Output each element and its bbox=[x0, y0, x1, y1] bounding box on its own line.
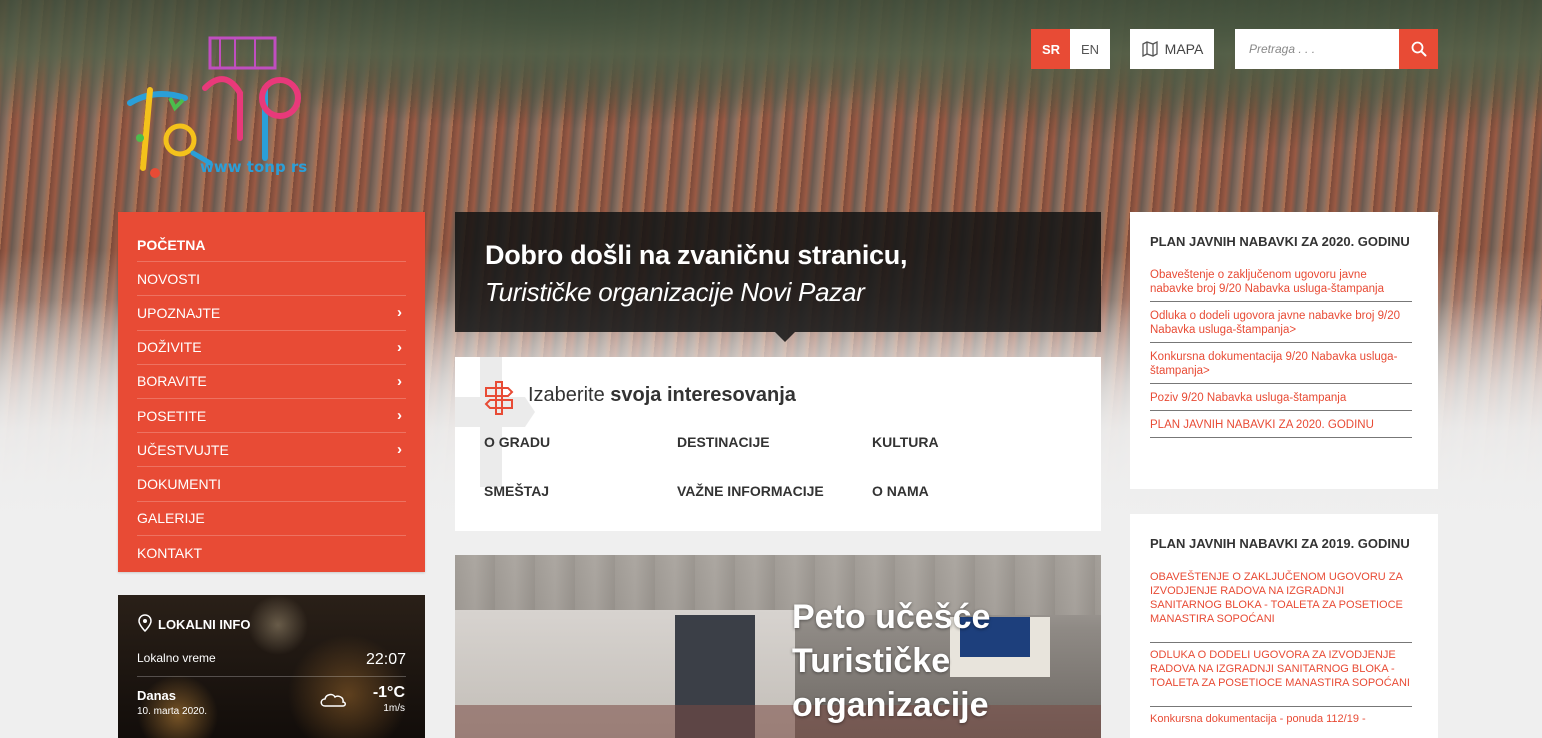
interest-link-o-nama[interactable]: O NAMA bbox=[872, 483, 929, 499]
search-icon bbox=[1411, 41, 1426, 57]
interests-title-normal: Izaberite bbox=[528, 384, 611, 406]
chevron-right-icon: › bbox=[397, 407, 402, 425]
interests-title: Izaberite svoja interesovanja bbox=[528, 384, 796, 407]
procurement-2020-panel: PLAN JAVNIH NABAVKI ZA 2020. GODINU Obav… bbox=[1130, 212, 1438, 489]
local-time-row: Lokalno vreme 22:07 bbox=[137, 651, 406, 677]
procurement-2019-panel: PLAN JAVNIH NABAVKI ZA 2019. GODINU OBAV… bbox=[1130, 514, 1438, 738]
wind-value: 1m/s bbox=[383, 703, 405, 714]
menu-item-label: NOVOSTI bbox=[137, 270, 201, 287]
news-title[interactable]: Peto učešće Turističke organizacije bbox=[792, 595, 1052, 727]
procurement-link[interactable]: Konkursna dokumentacija 9/20 Nabavka usl… bbox=[1150, 350, 1412, 384]
chevron-right-icon: › bbox=[397, 441, 402, 459]
interests-title-bold: svoja interesovanja bbox=[610, 384, 796, 406]
menu-item-novosti[interactable]: NOVOSTI bbox=[137, 262, 406, 297]
interest-link-vazne-informacije[interactable]: VAŽNE INFORMACIJE bbox=[677, 483, 824, 499]
today-date: 10. marta 2020. bbox=[137, 706, 208, 717]
procurement-link[interactable]: PLAN JAVNIH NABAVKI ZA 2020. GODINU bbox=[1150, 418, 1412, 438]
main-menu: POČETNA NOVOSTI UPOZNAJTE › DOŽIVITE › BOR… bbox=[118, 212, 425, 572]
procurement-link[interactable]: Poziv 9/20 Nabavka usluga-štampanja bbox=[1150, 391, 1412, 411]
cloud-icon bbox=[320, 693, 346, 707]
menu-item-label: UPOZNAJTE bbox=[137, 304, 221, 321]
menu-item-pocetna[interactable]: POČETNA bbox=[137, 228, 406, 263]
procurement-link[interactable]: OBAVEŠTENJE O ZAKLJUČENOM UGOVORU ZA IZV… bbox=[1150, 570, 1412, 643]
language-sr-button[interactable]: SR bbox=[1031, 29, 1071, 69]
menu-item-label: KONTAKT bbox=[137, 544, 203, 561]
menu-item-label: POSETITE bbox=[137, 407, 207, 424]
welcome-banner-pointer bbox=[775, 332, 795, 342]
procurement-2019-title: PLAN JAVNIH NABAVKI ZA 2019. GODINU bbox=[1150, 536, 1410, 551]
menu-item-label: GALERIJE bbox=[137, 510, 205, 527]
local-info-title: LOKALNI INFO bbox=[158, 617, 251, 632]
menu-item-kontakt[interactable]: KONTAKT bbox=[137, 536, 406, 570]
interest-link-kultura[interactable]: KULTURA bbox=[872, 434, 939, 450]
welcome-heading: Dobro došli na zvaničnu stranicu, bbox=[485, 240, 908, 270]
procurement-link[interactable]: Obaveštenje o zaključenom ugovoru javne … bbox=[1150, 268, 1412, 302]
interest-link-destinacije[interactable]: DESTINACIJE bbox=[677, 434, 770, 450]
signpost-watermark-icon bbox=[455, 357, 535, 487]
menu-item-dozivite[interactable]: DOŽIVITE › bbox=[137, 331, 406, 365]
procurement-link[interactable]: ODLUKA O DODELI UGOVORA ZA IZVODJENJE RA… bbox=[1150, 648, 1412, 707]
interests-panel: Izaberite svoja interesovanja O GRADU DE… bbox=[455, 357, 1101, 531]
menu-item-label: UČESTVUJTE bbox=[137, 441, 229, 458]
menu-item-label: DOŽIVITE bbox=[137, 339, 202, 356]
map-button[interactable]: MAPA bbox=[1130, 29, 1214, 69]
chevron-right-icon: › bbox=[397, 338, 402, 356]
search-button[interactable] bbox=[1399, 29, 1438, 69]
local-time-label: Lokalno vreme bbox=[137, 651, 216, 665]
map-icon bbox=[1142, 40, 1158, 58]
welcome-subheading: Turističke organizacije Novi Pazar bbox=[485, 277, 865, 307]
welcome-banner: Dobro došli na zvaničnu stranicu, Turist… bbox=[455, 212, 1101, 332]
language-en-button[interactable]: EN bbox=[1070, 29, 1110, 69]
menu-item-dokumenti[interactable]: DOKUMENTI bbox=[137, 467, 406, 502]
interest-link-smestaj[interactable]: SMEŠTAJ bbox=[484, 483, 549, 499]
menu-item-label: BORAVITE bbox=[137, 373, 207, 390]
today-label: Danas bbox=[137, 688, 177, 703]
news-featured-image[interactable]: Peto učešće Turističke organizacije bbox=[455, 555, 1101, 738]
menu-item-ucestvujte[interactable]: UČESTVUJTE › bbox=[137, 433, 406, 468]
procurement-2020-title: PLAN JAVNIH NABAVKI ZA 2020. GODINU bbox=[1150, 234, 1410, 249]
menu-item-galerije[interactable]: GALERIJE bbox=[137, 502, 406, 536]
menu-item-label: DOKUMENTI bbox=[137, 475, 221, 492]
interest-link-o-gradu[interactable]: O GRADU bbox=[484, 434, 550, 450]
menu-item-boravite[interactable]: BORAVITE › bbox=[137, 365, 406, 399]
logo-url: www tonp rs bbox=[200, 158, 308, 176]
menu-item-label: POČETNA bbox=[137, 236, 206, 253]
temperature-value: -1°C bbox=[372, 684, 405, 701]
local-info-panel: LOKALNI INFO Lokalno vreme 22:07 Danas 1… bbox=[118, 595, 425, 738]
search-input[interactable] bbox=[1235, 29, 1399, 69]
signpost-icon bbox=[484, 381, 514, 415]
chevron-right-icon: › bbox=[397, 372, 402, 390]
procurement-link[interactable]: Odluka o dodeli ugovora javne nabavke br… bbox=[1150, 309, 1412, 343]
chevron-right-icon: › bbox=[397, 304, 402, 322]
location-pin-icon bbox=[138, 614, 152, 632]
menu-item-upoznajte[interactable]: UPOZNAJTE › bbox=[137, 296, 406, 331]
local-time-value: 22:07 bbox=[365, 651, 406, 668]
map-button-label: MAPA bbox=[1164, 41, 1204, 57]
procurement-link[interactable]: Konkursna dokumentacija - ponuda 112/19 … bbox=[1150, 712, 1412, 738]
menu-item-posetite[interactable]: POSETITE › bbox=[137, 399, 406, 434]
